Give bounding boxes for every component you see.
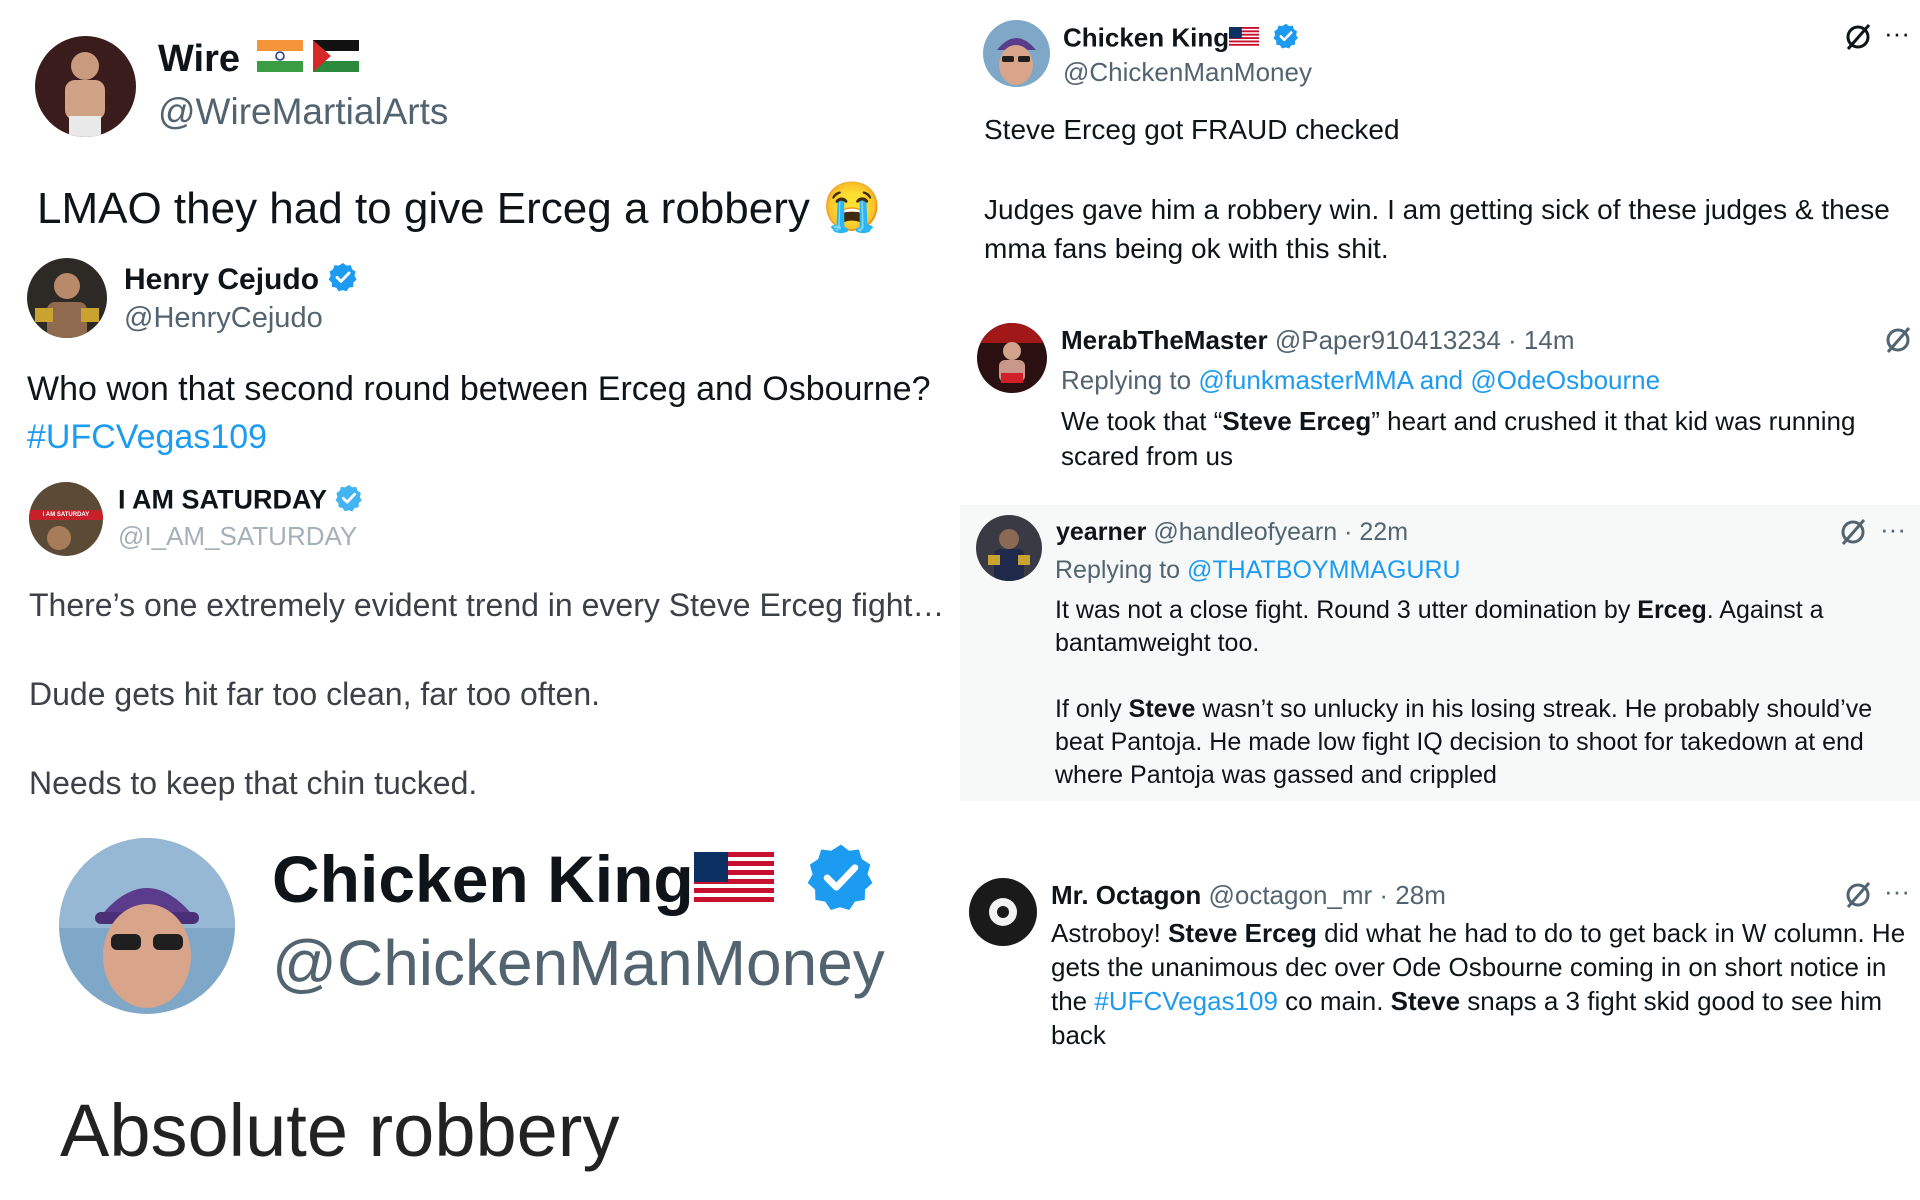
cejudo-tweet-text: Who won that second round between Erceg … [27, 370, 931, 408]
saturday-line-1: There’s one extremely evident trend in e… [29, 587, 945, 623]
verified-badge-icon [1272, 22, 1300, 57]
crying-face-emoji: 😭 [822, 181, 882, 234]
grok-icon[interactable] [1843, 880, 1873, 910]
chicken-top-handle[interactable]: @ChickenManMoney [1063, 57, 1312, 88]
verified-badge-icon [327, 261, 359, 301]
merab-name[interactable]: MerabTheMaster [1061, 325, 1268, 355]
saturday-line-2: Dude gets hit far too clean, far too oft… [29, 676, 601, 712]
saturday-handle[interactable]: @I_AM_SATURDAY [118, 521, 357, 552]
chicken-top-name[interactable]: Chicken King [1063, 22, 1300, 57]
octagon-line-3: the #UFCVegas109 co main. Steve snaps a … [1051, 986, 1883, 1016]
chicken-top-line-1: Steve Erceg got FRAUD checked [984, 114, 1400, 145]
india-flag-icon [256, 39, 303, 82]
merab-handle[interactable]: @Paper910413234 [1275, 325, 1501, 355]
merab-mention-links[interactable]: @funkmasterMMA and @OdeOsbourne [1198, 365, 1660, 395]
octagon-hashtag-link[interactable]: #UFCVegas109 [1094, 986, 1278, 1016]
chicken-big-tweet-text: Absolute robbery [60, 1089, 620, 1172]
us-flag-icon [1229, 24, 1260, 55]
octagon-handle[interactable]: @octagon_mr [1208, 880, 1372, 910]
wire-avatar[interactable] [35, 36, 136, 137]
verified-badge-icon [334, 483, 364, 520]
yearner-p1-line-1: It was not a close fight. Round 3 utter … [1055, 596, 1824, 624]
cejudo-name[interactable]: Henry Cejudo [124, 261, 359, 301]
yearner-timestamp[interactable]: · 22m [1344, 518, 1408, 546]
grok-icon[interactable] [1883, 325, 1913, 355]
octagon-avatar[interactable] [969, 878, 1037, 946]
chicken-top-line-3: mma fans being ok with this shit. [984, 233, 1389, 264]
more-options-icon[interactable]: ··· [1884, 18, 1910, 49]
cejudo-avatar[interactable] [27, 258, 107, 338]
merab-line-1: We took that “Steve Erceg” heart and cru… [1061, 406, 1856, 436]
saturday-line-3: Needs to keep that chin tucked. [29, 765, 478, 801]
yearner-mention-link[interactable]: @THATBOYMMAGURU [1187, 556, 1461, 584]
yearner-p2-line-2: beat Pantoja. He made low fight IQ decis… [1055, 728, 1864, 756]
us-flag-icon [693, 847, 774, 923]
saturday-name[interactable]: I AM SATURDAY [118, 483, 364, 520]
merab-timestamp[interactable]: · 14m [1508, 325, 1574, 355]
yearner-p2-line-1: If only Steve wasn’t so unlucky in his l… [1055, 695, 1873, 723]
octagon-line-1: Astroboy! Steve Erceg did what he had to… [1051, 918, 1906, 948]
verified-badge-icon [804, 840, 878, 929]
yearner-handle[interactable]: @handleofyearn [1153, 518, 1337, 546]
octagon-timestamp[interactable]: · 28m [1379, 880, 1445, 910]
yearner-p1-line-2: bantamweight too. [1055, 629, 1260, 657]
octagon-line-4: back [1051, 1020, 1106, 1050]
yearner-name[interactable]: yearner [1056, 518, 1146, 546]
grok-icon[interactable] [1838, 517, 1868, 547]
merab-avatar[interactable] [977, 323, 1047, 393]
chicken-big-name[interactable]: Chicken King [272, 840, 878, 929]
yearner-p2-line-3: where Pantoja was gassed and crippled [1055, 761, 1497, 789]
more-options-icon[interactable]: ··· [1884, 876, 1910, 907]
yearner-avatar[interactable] [976, 515, 1042, 581]
palestine-flag-icon [313, 39, 360, 82]
chicken-top-avatar[interactable] [983, 20, 1050, 87]
wire-handle[interactable]: @WireMartialArts [158, 91, 448, 133]
yearner-replying-to: Replying to @THATBOYMMAGURU [1055, 556, 1461, 584]
merab-header: MerabTheMaster @Paper910413234 · 14m [1061, 325, 1574, 356]
yearner-header: yearner @handleofyearn · 22m [1056, 518, 1408, 547]
cejudo-handle[interactable]: @HenryCejudo [124, 302, 323, 335]
octagon-name[interactable]: Mr. Octagon [1051, 880, 1201, 910]
octagon-line-2: gets the unanimous dec over Ode Osbourne… [1051, 952, 1887, 982]
merab-line-2: scared from us [1061, 441, 1233, 471]
saturday-avatar-label: I AM SATURDAY [42, 512, 90, 518]
cejudo-hashtag-link[interactable]: #UFCVegas109 [27, 418, 267, 457]
octagon-header: Mr. Octagon @octagon_mr · 28m [1051, 880, 1446, 911]
chicken-big-avatar[interactable] [59, 838, 235, 1014]
more-options-icon[interactable]: ··· [1880, 514, 1906, 545]
wire-name[interactable]: Wire [158, 38, 360, 82]
chicken-big-handle[interactable]: @ChickenManMoney [272, 926, 885, 1000]
grok-icon[interactable] [1843, 22, 1873, 52]
merab-replying-to: Replying to @funkmasterMMA and @OdeOsbou… [1061, 365, 1661, 395]
wire-tweet-text: LMAO they had to give Erceg a robbery 😭 [37, 181, 882, 234]
chicken-top-line-2: Judges gave him a robbery win. I am gett… [984, 194, 1890, 225]
